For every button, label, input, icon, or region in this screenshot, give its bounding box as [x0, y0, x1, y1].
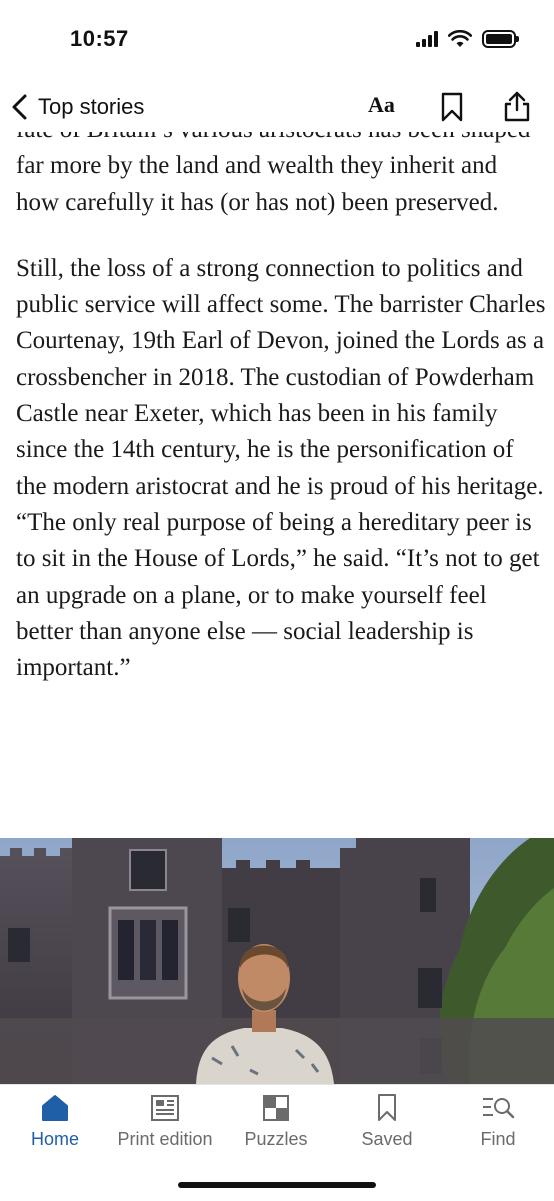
tab-find-label: Find	[480, 1129, 516, 1149]
home-icon	[42, 1095, 68, 1121]
cellular-signal-icon	[416, 31, 438, 47]
status-time: 10:57	[70, 26, 129, 51]
chevron-left-icon	[12, 94, 27, 120]
share-icon[interactable]	[502, 90, 532, 122]
nav-bar: Top stories Aa	[0, 82, 554, 132]
tab-saved[interactable]: Saved	[332, 1091, 442, 1150]
battery-icon	[482, 30, 519, 48]
tab-saved-label: Saved	[361, 1129, 413, 1149]
article-paragraph: Still, the loss of a strong connection t…	[16, 254, 546, 682]
article-photo	[0, 838, 554, 1084]
tab-home-label: Home	[30, 1129, 79, 1149]
back-button[interactable]: Top stories	[10, 90, 144, 124]
tab-puzzles-label: Puzzles	[244, 1129, 308, 1149]
article-paragraph: fate of Britain’s various aristocrats ha…	[16, 132, 530, 216]
tab-puzzles[interactable]: Puzzles	[221, 1091, 331, 1150]
newspaper-icon	[151, 1095, 179, 1121]
status-icons	[416, 30, 519, 48]
tab-print-edition[interactable]: Print edition	[110, 1091, 220, 1150]
bookmark-icon	[378, 1094, 396, 1121]
text-size-button[interactable]: Aa	[368, 92, 395, 118]
article-text: fate of Britain’s various aristocrats ha…	[16, 132, 546, 716]
wifi-icon	[448, 30, 472, 47]
search-list-icon	[483, 1098, 515, 1119]
back-label: Top stories	[38, 94, 145, 119]
tab-print-edition-label: Print edition	[117, 1129, 213, 1149]
status-bar: 10:57	[0, 0, 554, 80]
home-indicator[interactable]	[178, 1182, 376, 1188]
bookmark-icon[interactable]	[440, 92, 464, 122]
tab-find[interactable]: Find	[443, 1091, 553, 1150]
tab-home[interactable]: Home	[0, 1091, 110, 1150]
puzzle-grid-icon	[263, 1095, 289, 1121]
article-body[interactable]: fate of Britain’s various aristocrats ha…	[0, 132, 554, 838]
